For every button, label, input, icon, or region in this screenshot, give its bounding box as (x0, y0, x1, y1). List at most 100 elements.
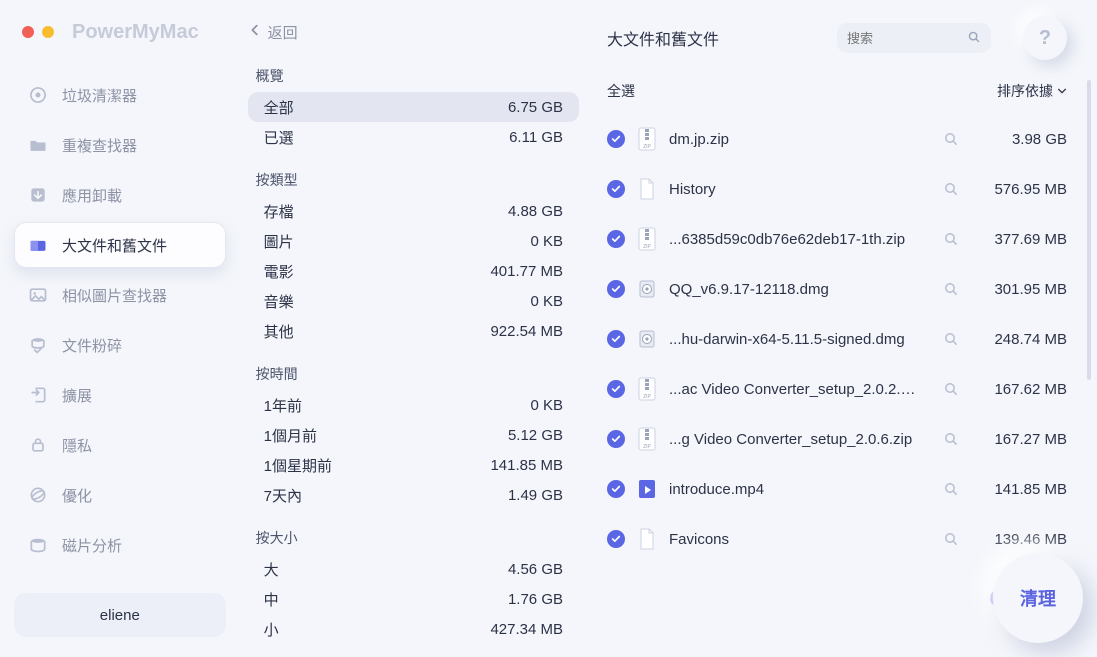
file-type-icon: ZIP (637, 227, 657, 251)
file-row[interactable]: ZIPdm.jp.zip3.98 GB (607, 114, 1067, 164)
row-value: 4.88 GB (508, 203, 563, 220)
category-row[interactable]: 小427.34 MB (248, 614, 579, 644)
row-label: 大 (264, 559, 279, 580)
sidebar-item-6[interactable]: 擴展 (14, 372, 226, 418)
file-panel-header: 大文件和舊文件 ? (607, 18, 1067, 58)
nav-icon (28, 85, 48, 105)
file-name: ...hu-darwin-x64-5.11.5-signed.dmg (669, 331, 905, 348)
nav-icon (28, 185, 48, 205)
reveal-in-finder-icon[interactable] (943, 131, 959, 147)
row-label: 1個星期前 (264, 455, 332, 476)
category-row[interactable]: 7天內1.49 GB (248, 480, 579, 510)
checkbox[interactable] (607, 330, 625, 348)
nav-icon (28, 485, 48, 505)
row-value: 4.56 GB (508, 561, 563, 578)
sidebar-item-8[interactable]: 優化 (14, 472, 226, 518)
row-value: 6.11 GB (509, 129, 563, 146)
sidebar-item-1[interactable]: 重複查找器 (14, 122, 226, 168)
reveal-in-finder-icon[interactable] (943, 531, 959, 547)
file-size: 141.85 MB (971, 481, 1067, 498)
category-row[interactable]: 電影401.77 MB (248, 256, 579, 286)
sort-label: 排序依據 (997, 81, 1053, 101)
file-type-icon: ZIP (637, 377, 657, 401)
nav-label: 隱私 (62, 435, 92, 456)
sidebar-item-3[interactable]: 大文件和舊文件 (14, 222, 226, 268)
category-row[interactable]: 存檔4.88 GB (248, 196, 579, 226)
reveal-in-finder-icon[interactable] (943, 481, 959, 497)
file-row[interactable]: QQ_v6.9.17-12118.dmg301.95 MB (607, 264, 1067, 314)
reveal-in-finder-icon[interactable] (943, 281, 959, 297)
nav-icon (28, 335, 48, 355)
checkbox[interactable] (607, 480, 625, 498)
help-button[interactable]: ? (1023, 16, 1067, 60)
user-chip[interactable]: eliene (14, 593, 226, 637)
sidebar-item-5[interactable]: 文件粉碎 (14, 322, 226, 368)
reveal-in-finder-icon[interactable] (943, 231, 959, 247)
file-row[interactable]: ZIP...g Video Converter_setup_2.0.6.zip1… (607, 414, 1067, 464)
category-row[interactable]: 中 1.76 GB (248, 584, 579, 614)
close-window-button[interactable] (22, 26, 34, 38)
row-value: 922.54 MB (490, 323, 563, 340)
category-row[interactable]: 圖片0 KB (248, 226, 579, 256)
file-type-icon: ZIP (637, 127, 657, 151)
svg-text:ZIP: ZIP (643, 144, 651, 150)
reveal-in-finder-icon[interactable] (943, 431, 959, 447)
category-row[interactable]: 1個星期前141.85 MB (248, 450, 579, 480)
sidebar-item-0[interactable]: 垃圾清潔器 (14, 72, 226, 118)
reveal-in-finder-icon[interactable] (943, 331, 959, 347)
file-type-icon (637, 277, 657, 301)
checkbox[interactable] (607, 230, 625, 248)
checkbox[interactable] (607, 530, 625, 548)
reveal-in-finder-icon[interactable] (943, 381, 959, 397)
file-row[interactable]: ZIP...ac Video Converter_setup_2.0.2.zip… (607, 364, 1067, 414)
category-row[interactable]: 已選6.11 GB (248, 122, 579, 152)
checkbox[interactable] (607, 180, 625, 198)
category-row[interactable]: 1年前0 KB (248, 390, 579, 420)
file-type-icon (637, 477, 657, 501)
file-row[interactable]: introduce.mp4 141.85 MB (607, 464, 1067, 514)
nav-label: 垃圾清潔器 (62, 85, 137, 106)
row-label: 小 (264, 619, 279, 640)
category-row[interactable]: 音樂0 KB (248, 286, 579, 316)
search-input[interactable] (847, 31, 959, 46)
file-row[interactable]: History576.95 MB (607, 164, 1067, 214)
file-name: ...g Video Converter_setup_2.0.6.zip (669, 431, 912, 448)
sidebar-item-4[interactable]: 相似圖片查找器 (14, 272, 226, 318)
file-row[interactable]: ...hu-darwin-x64-5.11.5-signed.dmg248.74… (607, 314, 1067, 364)
file-name: introduce.mp4 (669, 481, 764, 498)
search-field[interactable] (837, 23, 991, 53)
checkbox[interactable] (607, 430, 625, 448)
sort-dropdown[interactable]: 排序依據 (997, 81, 1067, 101)
nav-icon (28, 235, 48, 255)
back-button[interactable]: 返回 (248, 18, 579, 46)
category-row[interactable]: 其他922.54 MB (248, 316, 579, 346)
checkbox[interactable] (607, 380, 625, 398)
file-type-icon: ZIP (637, 427, 657, 451)
reveal-in-finder-icon[interactable] (943, 181, 959, 197)
row-value: 1.49 GB (508, 487, 563, 504)
app-name: PowerMyMac (72, 21, 199, 44)
scrollbar[interactable] (1087, 80, 1091, 380)
sidebar-item-9[interactable]: 磁片分析 (14, 522, 226, 568)
row-value: 1.76 GB (508, 591, 563, 608)
chevron-left-icon (248, 23, 262, 41)
category-row[interactable]: 全部6.75 GB (248, 92, 579, 122)
clean-button[interactable]: 清理 (993, 553, 1083, 643)
select-all[interactable]: 全選 (607, 81, 635, 101)
file-size: 301.95 MB (971, 281, 1067, 298)
category-group: 按類型存檔4.88 GB圖片0 KB電影401.77 MB音樂0 KB其他922… (248, 162, 579, 346)
checkbox[interactable] (607, 130, 625, 148)
row-label: 全部 (264, 97, 294, 118)
file-row[interactable]: Favicons139.46 MB (607, 514, 1067, 559)
row-value: 0 KB (530, 293, 563, 310)
checkbox[interactable] (607, 280, 625, 298)
category-row[interactable]: 大 4.56 GB (248, 554, 579, 584)
category-row[interactable]: 1個月前5.12 GB (248, 420, 579, 450)
file-row[interactable]: ZIP...6385d59c0db76e62deb17-1th.zip377.6… (607, 214, 1067, 264)
sidebar-item-2[interactable]: 應用卸載 (14, 172, 226, 218)
sidebar-item-7[interactable]: 隱私 (14, 422, 226, 468)
category-panel: 返回 概覽全部6.75 GB已選6.11 GB按類型存檔4.88 GB圖片0 K… (238, 0, 599, 657)
minimize-window-button[interactable] (42, 26, 54, 38)
group-title: 按類型 (248, 162, 579, 196)
row-label: 中 (264, 589, 279, 610)
